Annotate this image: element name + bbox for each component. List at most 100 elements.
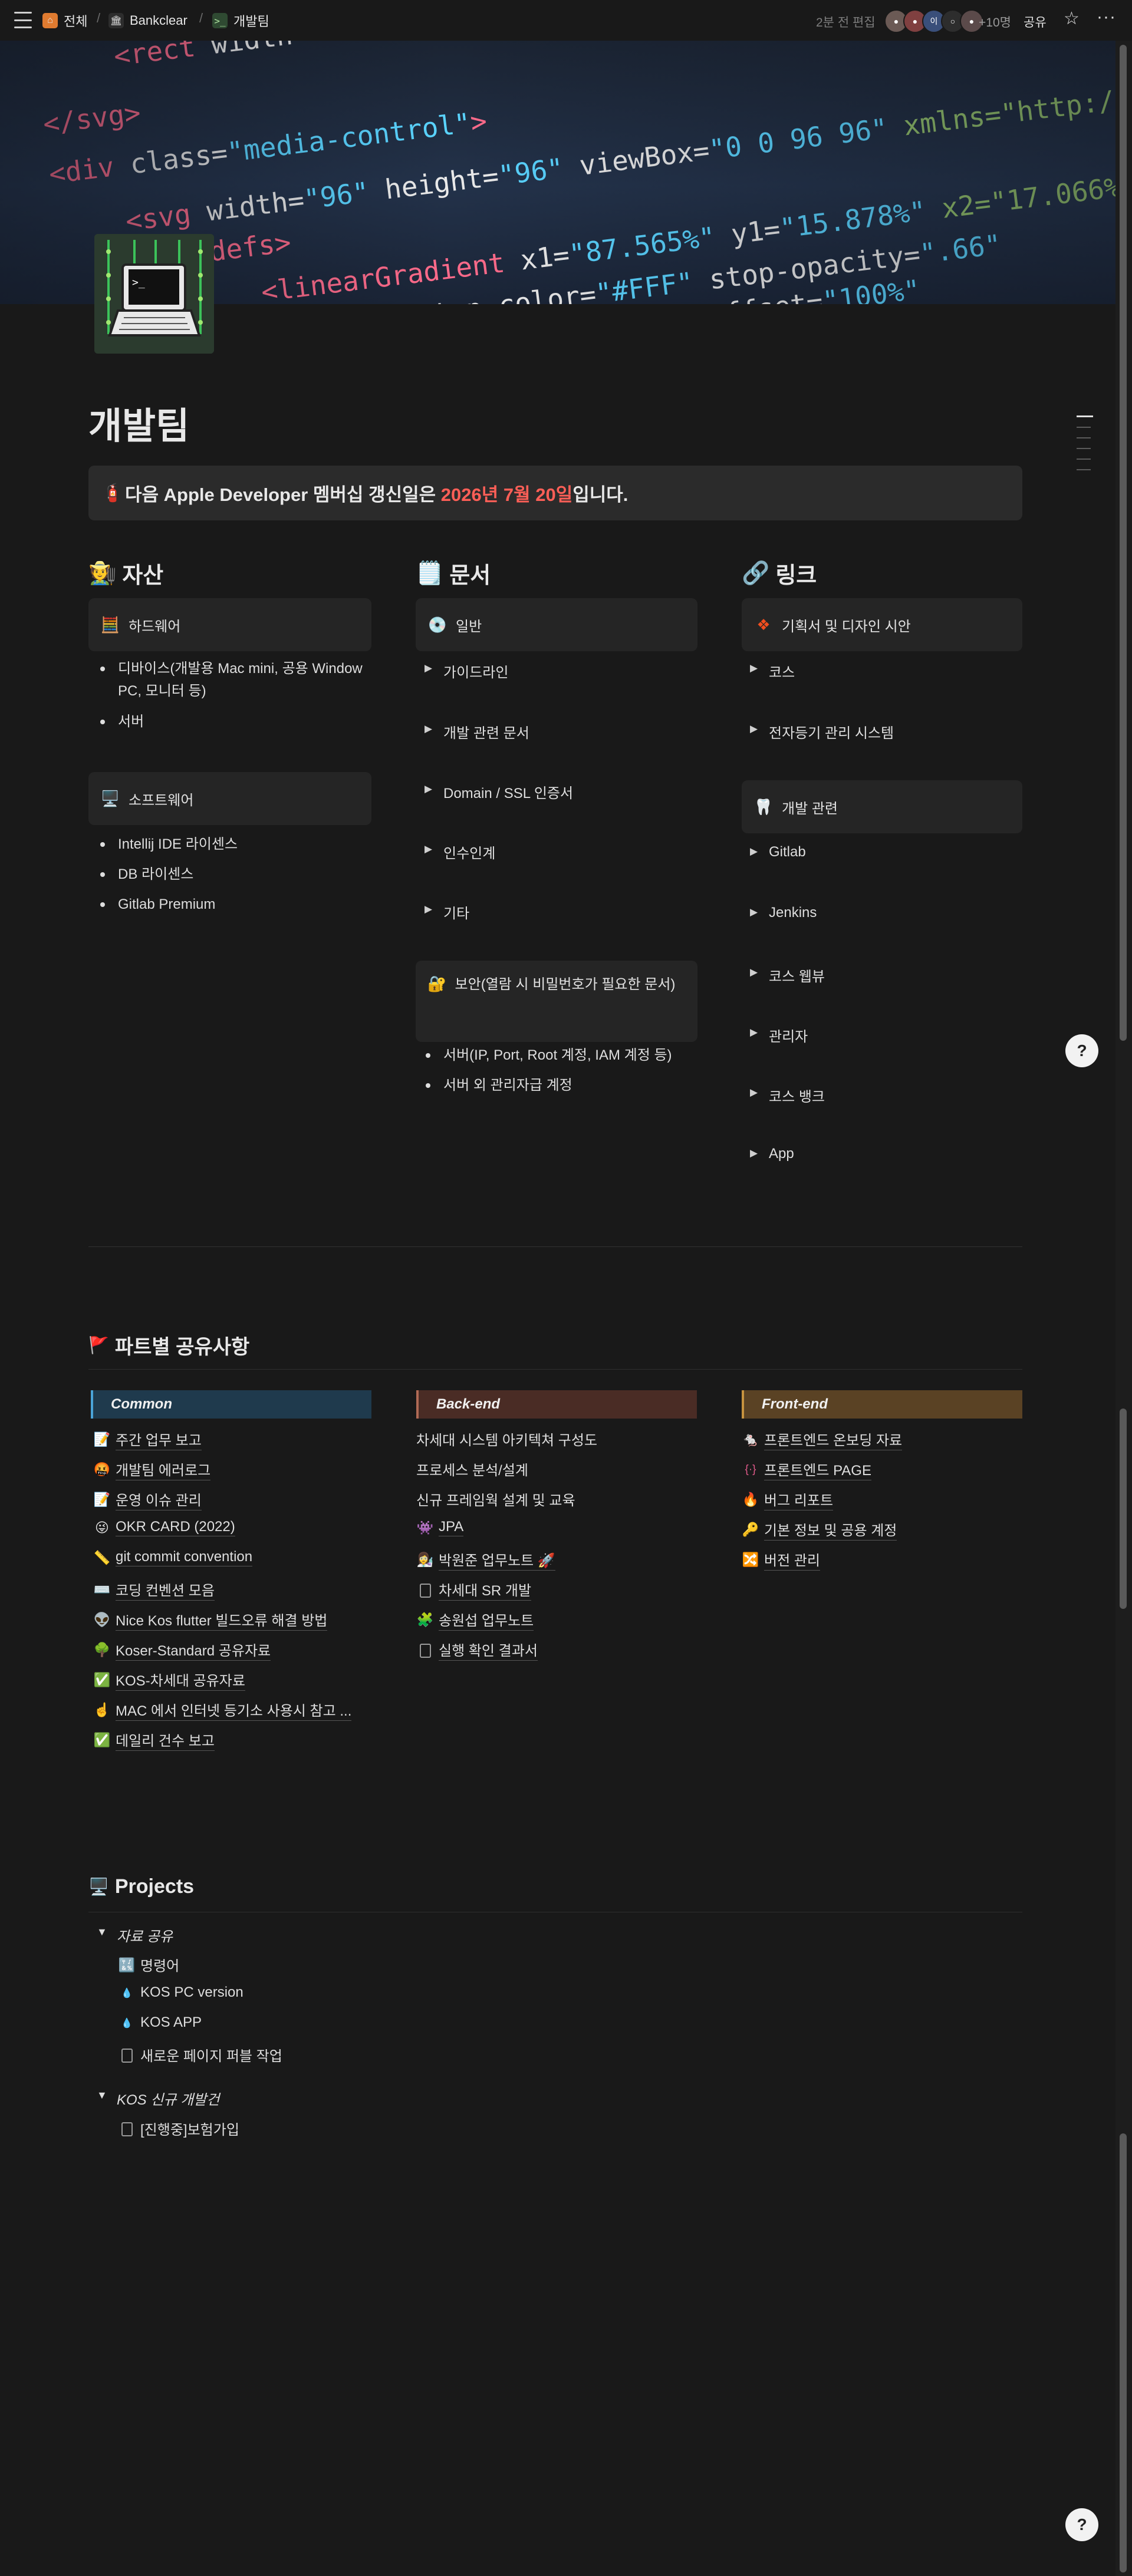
share-button[interactable]: 공유 — [1024, 13, 1047, 31]
link-kos-app[interactable]: 💧 KOS APP — [118, 2014, 202, 2031]
link-fe-onboarding[interactable]: 🐁 프론트엔드 온보딩 자료 — [742, 1429, 903, 1450]
link-fe-page[interactable]: {·} 프론트엔드 PAGE — [742, 1459, 871, 1480]
frontend-header: Front-end — [742, 1390, 1022, 1419]
breadcrumb-label: 전체 — [64, 14, 88, 29]
disc-icon: 💿 — [427, 615, 447, 634]
documents-heading: 🗒️ 문서 — [416, 560, 491, 589]
collaborator-avatars[interactable]: ● ● 이 ○ ● — [884, 9, 983, 33]
notepad-icon: 🗒️ — [416, 560, 444, 586]
breadcrumb-item-bankclear[interactable]: 🏛 Bankclear — [108, 11, 187, 31]
page-title[interactable]: 개발팀 — [88, 396, 189, 449]
terminal-icon: >_ — [212, 13, 228, 28]
links-heading: 🔗 링크 — [742, 560, 817, 589]
hardware-box[interactable]: 🧮 하드웨어 — [88, 598, 371, 651]
svg-text:>_: >_ — [132, 276, 145, 289]
common-header: Common — [91, 1390, 371, 1419]
assets-heading: 🧑‍🌾 자산 — [88, 560, 164, 589]
planning-design-box[interactable]: ❖ 기획서 및 디자인 시안 — [742, 598, 1022, 651]
list-item: Intellij IDE 라이센스 — [100, 833, 238, 856]
toggle-kos-bank[interactable]: ▶ 코스 뱅크 — [750, 1085, 825, 1106]
toggle-shared-materials[interactable]: ▼ 자료 공유 — [97, 1925, 173, 1945]
link-weekly-report[interactable]: 📝 주간 업무 보고 — [93, 1429, 202, 1450]
divider — [88, 1246, 1022, 1247]
link-insurance-signup[interactable]: [진행중]보험가입 — [118, 2118, 239, 2139]
list-item: 서버 — [100, 711, 144, 733]
sidebar-menu-icon[interactable] — [14, 12, 32, 28]
link-jpa[interactable]: 👾 JPA — [416, 1519, 464, 1536]
bank-icon: 🏛 — [108, 13, 124, 28]
toggle-handover[interactable]: ▶ 인수인계 — [424, 842, 495, 862]
list-item: 디바이스(개발용 Mac mini, 공용 Window PC, 모니터 등) — [100, 658, 366, 702]
breadcrumb-separator: / — [97, 11, 101, 25]
scrollbar-thumb[interactable] — [1120, 45, 1127, 1041]
backend-header: Back-end — [416, 1390, 697, 1419]
security-box[interactable]: 🔐 보안(열람 시 비밀번호가 필요한 문서) — [416, 961, 697, 1042]
more-options-icon[interactable]: ··· — [1097, 7, 1116, 27]
toggle-guideline[interactable]: ▶ 가이드라인 — [424, 661, 508, 681]
tooth-icon: 🦷 — [753, 797, 774, 816]
toggle-jenkins[interactable]: ▶ Jenkins — [750, 905, 817, 921]
breadcrumb-item-devteam[interactable]: >_ 개발팀 — [212, 11, 269, 31]
toggle-app[interactable]: ▶ App — [750, 1146, 794, 1162]
favorite-star-icon[interactable]: ☆ — [1064, 8, 1080, 29]
link-framework-design[interactable]: 신규 프레임웍 설계 및 교육 — [416, 1489, 575, 1510]
link-run-result[interactable]: 실행 확인 결과서 — [416, 1639, 538, 1661]
breadcrumb-separator: / — [199, 11, 203, 25]
link-icon: 🔗 — [742, 560, 770, 586]
general-docs-box[interactable]: 💿 일반 — [416, 598, 697, 651]
link-version-control[interactable]: 🔀 버전 관리 — [742, 1549, 820, 1571]
link-song-note[interactable]: 🧩 송원섭 업무노트 — [416, 1609, 534, 1631]
top-bar: ⌂ 전체 / 🏛 Bankclear / >_ 개발팀 2분 전 편집 ● ● … — [0, 0, 1132, 41]
link-flutter-build[interactable]: 👽 Nice Kos flutter 빌드오류 해결 방법 — [93, 1609, 328, 1631]
software-box[interactable]: 🖥️ 소프트웨어 — [88, 772, 371, 825]
house-icon: ⌂ — [42, 13, 58, 28]
more-collaborators-count[interactable]: +10명 — [979, 13, 1011, 31]
toggle-domain-ssl[interactable]: ▶ Domain / SSL 인증서 — [424, 781, 573, 802]
toggle-e-registry[interactable]: ▶ 전자등기 관리 시스템 — [750, 721, 894, 742]
toggle-admin[interactable]: ▶ 관리자 — [750, 1025, 808, 1045]
parts-heading: 🚩 파트별 공유사항 — [88, 1336, 250, 1358]
link-error-log[interactable]: 🤬 개발팀 에러로그 — [93, 1459, 211, 1480]
dev-links-box[interactable]: 🦷 개발 관련 — [742, 780, 1022, 833]
link-kos-next[interactable]: ✅ KOS-차세대 공유자료 — [93, 1669, 245, 1691]
toggle-kos[interactable]: ▶ 코스 — [750, 661, 795, 681]
desktop-icon: 🖥️ — [100, 789, 120, 807]
breadcrumb-item-all[interactable]: ⌂ 전체 — [42, 11, 87, 31]
link-ops-issue[interactable]: 📝 운영 이슈 관리 — [93, 1489, 202, 1510]
link-mac-registry[interactable]: ☝️ MAC 에서 인터넷 등기소 사용시 참고 ... — [93, 1699, 352, 1721]
link-next-sr[interactable]: 차세대 SR 개발 — [416, 1579, 532, 1601]
ai-assistant-button[interactable]: ? — [1065, 2508, 1098, 2541]
link-koser-standard[interactable]: 🌳 Koser-Standard 공유자료 — [93, 1639, 271, 1661]
link-commands[interactable]: 🔣 명령어 — [118, 1954, 180, 1975]
toggle-kos-new-dev[interactable]: ▼ KOS 신규 개발건 — [97, 2088, 219, 2109]
abacus-icon: 🧮 — [100, 615, 120, 634]
toggle-kos-webview[interactable]: ▶ 코스 웹뷰 — [750, 965, 825, 985]
link-coding-convention[interactable]: ⌨️ 코딩 컨벤션 모음 — [93, 1579, 215, 1601]
divider — [88, 1369, 1022, 1370]
toggle-etc[interactable]: ▶ 기타 — [424, 902, 469, 922]
link-next-architecture[interactable]: 차세대 시스템 아키텍쳐 구성도 — [416, 1429, 597, 1450]
link-git-commit[interactable]: 📏 git commit convention — [93, 1549, 253, 1566]
computer-icon: 🖥️ — [88, 1878, 109, 1896]
scrollbar-thumb[interactable] — [1120, 2133, 1127, 2572]
link-new-page-publish[interactable]: 새로운 페이지 퍼블 작업 — [118, 2044, 282, 2066]
ai-assistant-button[interactable]: ? — [1065, 1034, 1098, 1067]
last-edited-text: 2분 전 편집 — [816, 16, 876, 29]
link-shared-accounts[interactable]: 🔑 기본 정보 및 공용 계정 — [742, 1519, 897, 1541]
link-park-note[interactable]: 👩‍🔬 박원준 업무노트 🚀 — [416, 1549, 555, 1571]
page-icon-terminal[interactable]: >_ — [94, 234, 214, 354]
red-flag-icon: 🚩 — [88, 1336, 109, 1354]
link-kos-pc[interactable]: 💧 KOS PC version — [118, 1984, 243, 2001]
figma-icon: ❖ — [756, 615, 771, 634]
toggle-dev-docs[interactable]: ▶ 개발 관련 문서 — [424, 721, 529, 742]
toggle-gitlab[interactable]: ▶ Gitlab — [750, 844, 806, 860]
farmer-icon: 🧑‍🌾 — [88, 560, 117, 586]
link-bug-report[interactable]: 🔥 버그 리포트 — [742, 1489, 834, 1510]
callout-apple-renewal[interactable]: 🧯 다음 Apple Developer 멤버십 갱신일은 2026년 7월 2… — [88, 466, 1022, 520]
link-okr-card[interactable]: 😜 OKR CARD (2022) — [93, 1519, 235, 1536]
link-process-analysis[interactable]: 프로세스 분석/설계 — [416, 1459, 528, 1480]
table-of-contents[interactable] — [1077, 415, 1093, 480]
scrollbar-thumb[interactable] — [1120, 1409, 1127, 1609]
list-item: 서버(IP, Port, Root 계정, IAM 계정 등) — [426, 1044, 672, 1067]
link-daily-report[interactable]: ✅ 데일리 건수 보고 — [93, 1729, 215, 1751]
